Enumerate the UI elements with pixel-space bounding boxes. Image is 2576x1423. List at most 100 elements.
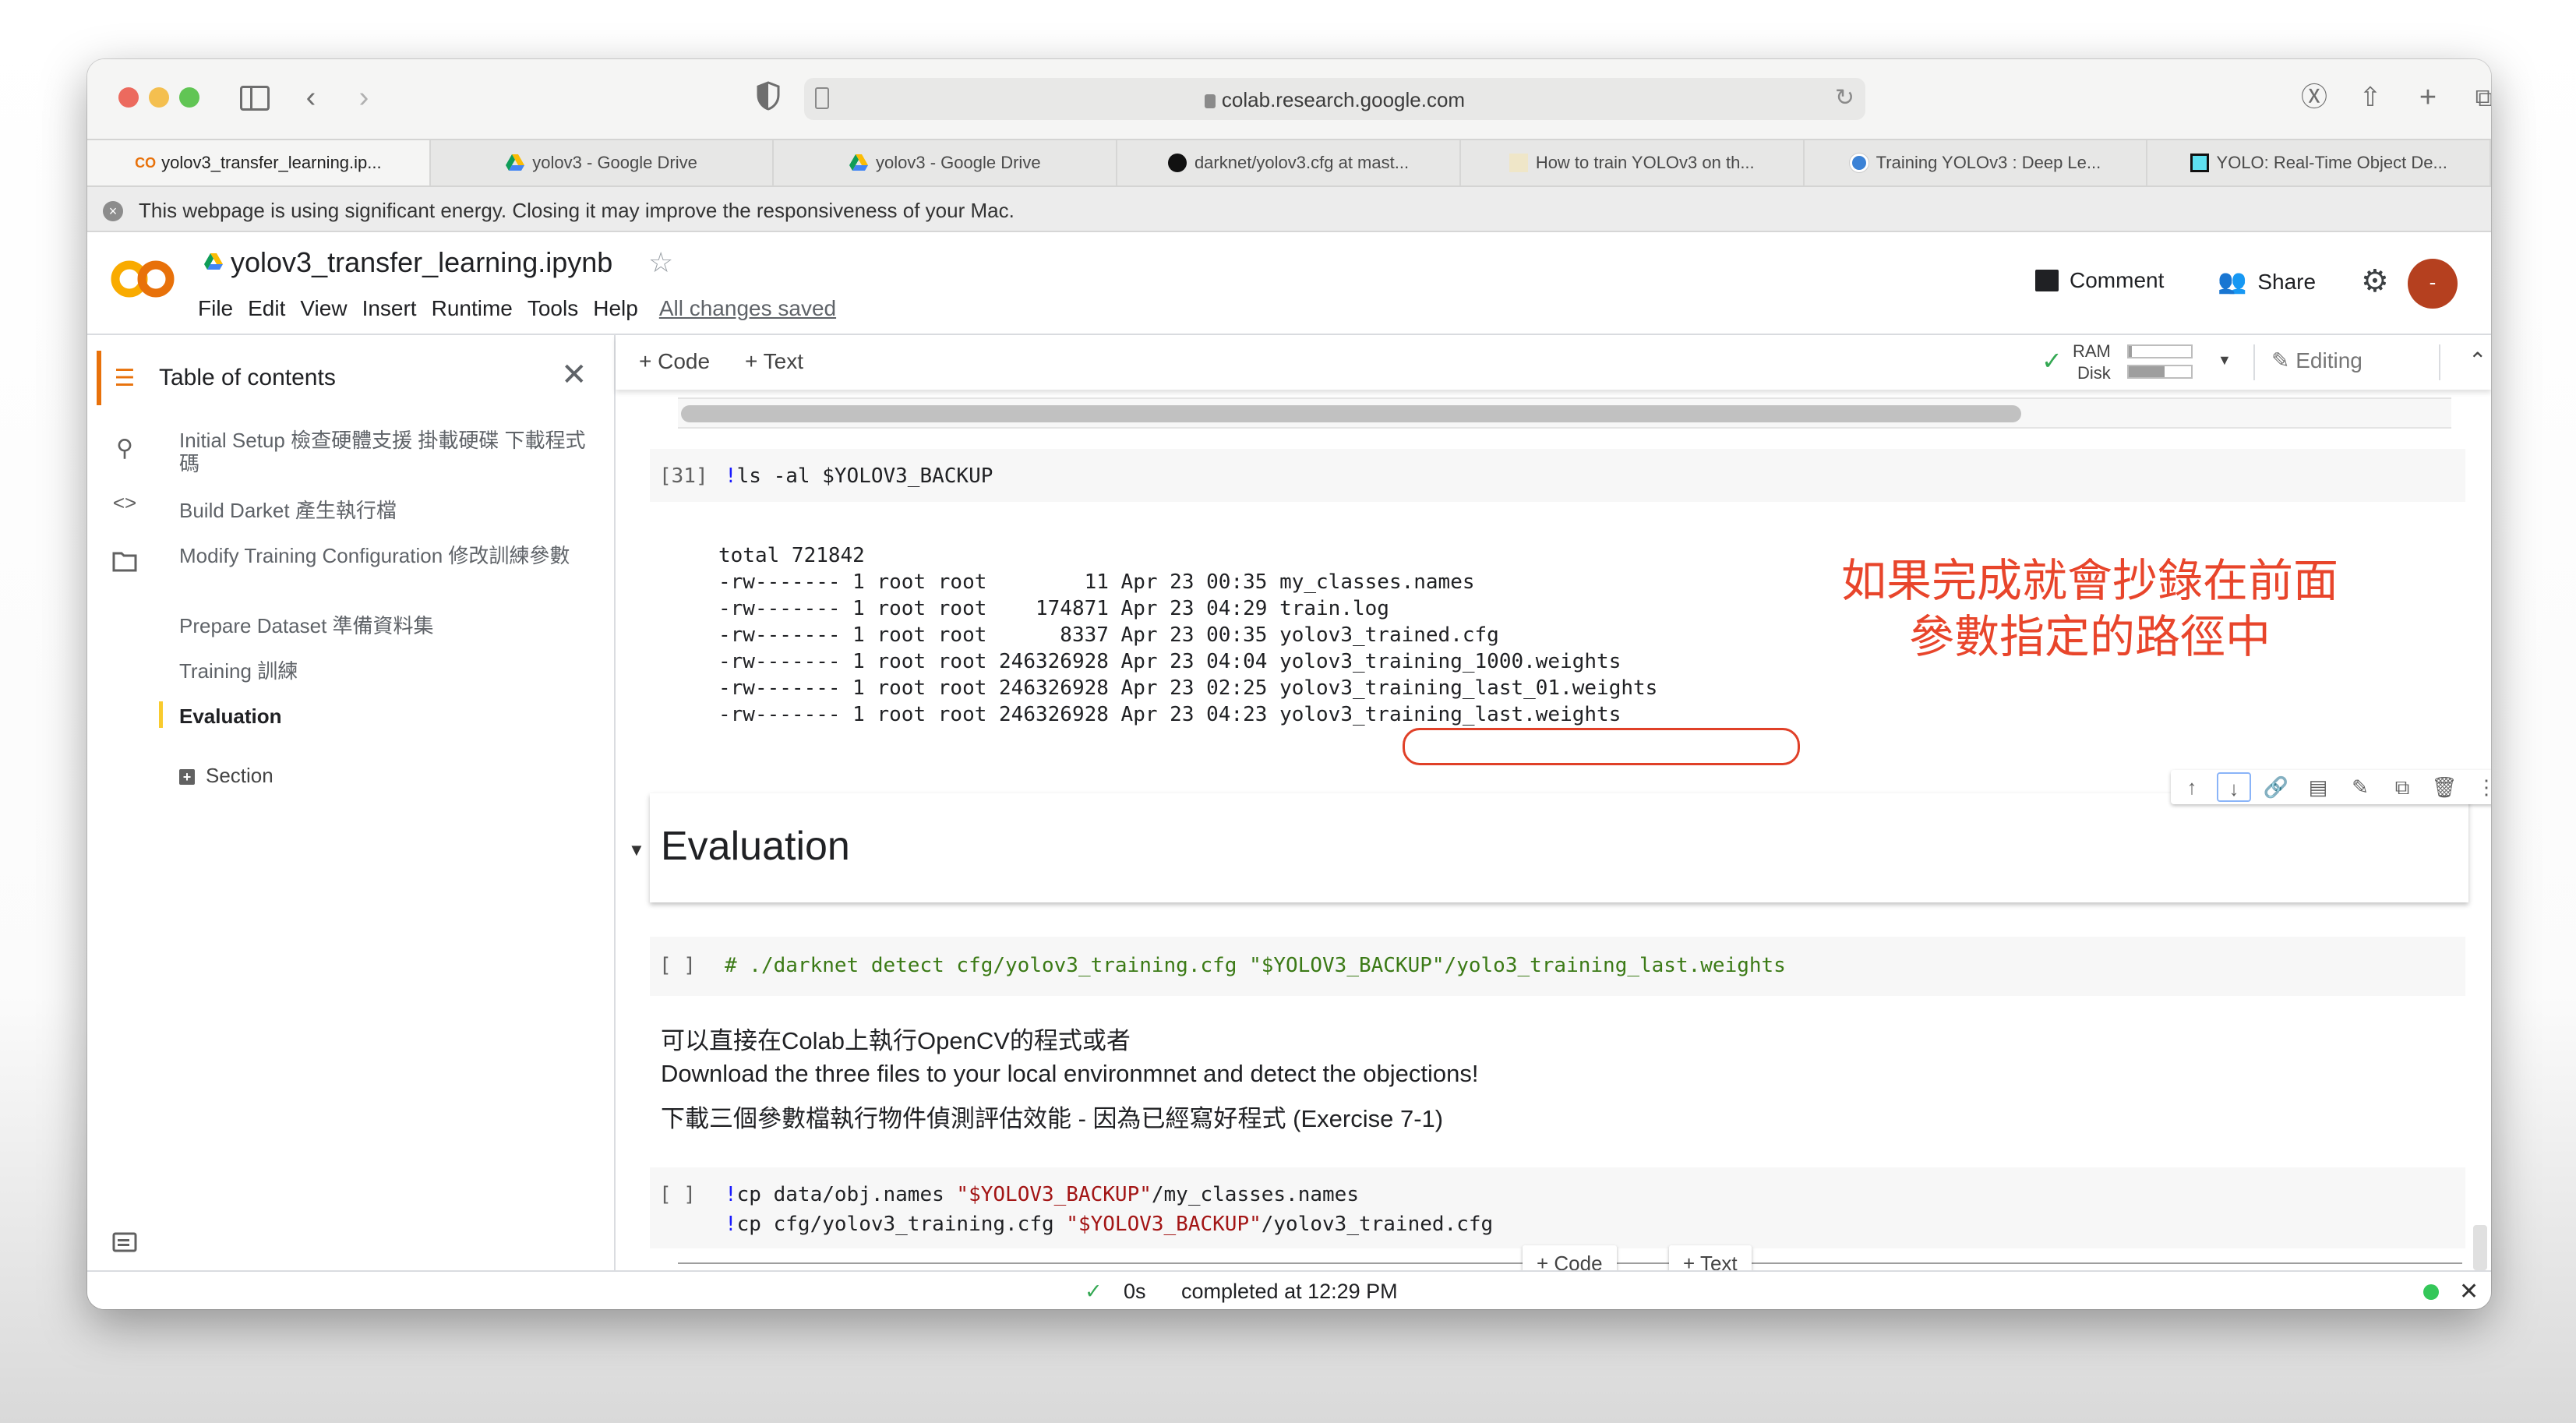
files-folder-icon[interactable] — [111, 550, 139, 578]
tab-google-drive-1[interactable]: yolov3 - Google Drive — [431, 140, 775, 185]
execution-duration[interactable]: 0s — [1124, 1280, 1146, 1304]
output-row: -rw------- 1 root root 11 Apr 23 00:35 m… — [718, 569, 1657, 595]
lock-icon — [1204, 94, 1216, 108]
comment-icon[interactable]: ▤ — [2301, 772, 2335, 802]
privacy-shield-icon[interactable] — [754, 81, 782, 114]
toc-item-initial-setup[interactable]: Initial Setup 檢查硬體支援 掛載硬碟 下載程式碼 — [179, 429, 600, 475]
close-icon[interactable]: ✕ — [561, 357, 588, 393]
comment-button[interactable]: Comment — [2035, 268, 2164, 293]
reload-icon[interactable]: ↻ — [1835, 84, 1854, 111]
tab-article[interactable]: How to train YOLOv3 on th... — [1461, 140, 1805, 185]
mirror-cell-icon[interactable]: ⧉ — [2385, 772, 2419, 802]
zoom-window-button[interactable] — [179, 87, 199, 108]
ram-usage-fill — [2129, 346, 2132, 357]
new-tab-icon[interactable]: + — [2412, 81, 2444, 114]
insert-code-cell-button[interactable]: + Code — [1523, 1245, 1617, 1270]
search-icon[interactable]: ⚲ — [111, 435, 139, 463]
output-total: total 721842 — [718, 544, 865, 567]
toc-list-icon[interactable]: ☰ — [111, 365, 139, 393]
back-icon[interactable]: ‹ — [299, 81, 323, 114]
string-literal: "$YOLOV3_BACKUP" — [956, 1183, 1152, 1206]
run-cell-button[interactable]: [ ] — [659, 954, 696, 977]
scrollbar-thumb[interactable] — [681, 405, 2021, 422]
edit-pencil-icon[interactable]: ✎ — [2343, 772, 2377, 802]
tab-label: darknet/yolov3.cfg at mast... — [1194, 153, 1410, 172]
toc-item-modify-config[interactable]: Modify Training Configuration 修改訓練參數 — [179, 544, 600, 567]
tab-google-drive-2[interactable]: yolov3 - Google Drive — [774, 140, 1118, 185]
add-text-cell-button[interactable]: + Text — [745, 349, 803, 374]
command-palette-icon[interactable] — [111, 1231, 139, 1259]
string-literal: "$YOLOV3_BACKUP" — [1066, 1213, 1262, 1236]
menu-file[interactable]: File — [198, 296, 233, 321]
cell-toolbar: ↑ ↓ 🔗 ▤ ✎ ⧉ 🗑 ⋮ — [2171, 770, 2491, 804]
vertical-scrollbar[interactable] — [2473, 1225, 2487, 1270]
code-line[interactable]: # ./darknet detect cfg/yolov3_training.c… — [725, 954, 1786, 977]
sidebar-toggle-icon[interactable] — [240, 86, 270, 111]
move-cell-up-icon[interactable]: ↑ — [2175, 772, 2209, 802]
connected-check-icon: ✓ — [2041, 347, 2063, 375]
file-meta: -rw------- 1 root root 8337 Apr 23 00:35 — [718, 623, 1280, 647]
save-status[interactable]: All changes saved — [659, 296, 836, 321]
toc-item-prepare-dataset[interactable]: Prepare Dataset 準備資料集 — [179, 614, 600, 637]
add-section-button[interactable]: + Section — [179, 764, 273, 788]
downloads-icon[interactable]: Ⓧ — [2299, 81, 2330, 114]
insert-text-cell-button[interactable]: + Text — [1669, 1245, 1752, 1270]
share-button[interactable]: 👥 Share — [2218, 268, 2316, 295]
star-icon[interactable]: ☆ — [648, 246, 673, 279]
yolo-site-icon — [2190, 154, 2209, 172]
address-bar[interactable]: colab.research.google.com ↻ — [804, 78, 1865, 120]
colab-logo[interactable] — [111, 256, 175, 302]
code-cell-cp[interactable]: [ ] !cp data/obj.names "$YOLOV3_BACKUP"/… — [650, 1167, 2465, 1248]
share-page-icon[interactable]: ⇧ — [2355, 81, 2386, 114]
forward-icon[interactable]: › — [352, 81, 376, 114]
file-name: yolov3_training_1000.weights — [1279, 650, 1621, 673]
tab-github[interactable]: darknet/yolov3.cfg at mast... — [1117, 140, 1461, 185]
tab-overview-icon[interactable]: ⧉ — [2468, 81, 2491, 114]
delete-icon[interactable]: 🗑 — [2427, 772, 2461, 802]
minimize-window-button[interactable] — [149, 87, 169, 108]
toc-item-build-darknet[interactable]: Build Darket 產生執行檔 — [179, 499, 600, 522]
runtime-resources-button[interactable]: ✓ RAM Disk ▼ — [2041, 341, 2232, 383]
comment-icon — [2035, 270, 2059, 291]
tab-yolo[interactable]: YOLO: Real-Time Object De... — [2147, 140, 2491, 185]
menu-view[interactable]: View — [300, 296, 347, 321]
close-status-icon[interactable]: ✕ — [2459, 1278, 2479, 1305]
collapse-header-icon[interactable]: ⌃ — [2468, 348, 2486, 373]
run-cell-button[interactable]: [ ] — [659, 1183, 696, 1206]
dismiss-warning-icon[interactable]: × — [103, 201, 123, 221]
toc-item-training[interactable]: Training 訓練 — [179, 659, 600, 683]
add-code-cell-button[interactable]: + Code — [639, 349, 710, 374]
menu-help[interactable]: Help — [593, 296, 638, 321]
tab-colab[interactable]: CO yolov3_transfer_learning.ip... — [87, 140, 431, 185]
editing-mode-button[interactable]: ✎ Editing — [2271, 348, 2363, 373]
code-cell-ls[interactable]: [31] !ls -al $YOLOV3_BACKUP — [650, 449, 2465, 502]
menu-runtime[interactable]: Runtime — [432, 296, 513, 321]
code-snippets-icon[interactable]: <> — [111, 491, 139, 519]
settings-gear-icon[interactable]: ⚙ — [2361, 263, 2389, 299]
tab-bar: CO yolov3_transfer_learning.ip... yolov3… — [87, 139, 2491, 187]
status-bar: ✓ 0s completed at 12:29 PM ✕ — [87, 1270, 2491, 1309]
colab-header: yolov3_transfer_learning.ipynb ☆ File Ed… — [87, 232, 2491, 335]
notebook-title[interactable]: yolov3_transfer_learning.ipynb — [204, 246, 612, 279]
disk-usage-fill — [2129, 366, 2165, 377]
toc-item-evaluation[interactable]: Evaluation — [179, 704, 600, 728]
code-line[interactable]: !ls -al $YOLOV3_BACKUP — [725, 464, 993, 488]
output-horizontal-scrollbar[interactable] — [678, 397, 2451, 429]
avatar[interactable]: - — [2408, 259, 2458, 309]
code-cell-detect[interactable]: [ ] # ./darknet detect cfg/yolov3_traini… — [650, 937, 2465, 996]
more-options-icon[interactable]: ⋮ — [2469, 772, 2491, 802]
move-cell-down-icon[interactable]: ↓ — [2217, 772, 2251, 802]
menu-insert[interactable]: Insert — [362, 296, 417, 321]
colab-icon: CO — [135, 155, 157, 171]
close-window-button[interactable] — [118, 87, 139, 108]
menu-tools[interactable]: Tools — [528, 296, 578, 321]
code-line[interactable]: !cp data/obj.names "$YOLOV3_BACKUP"/my_c… — [725, 1183, 1359, 1206]
chevron-down-icon[interactable]: ▼ — [2218, 352, 2232, 369]
tab-training-yolov3[interactable]: Training YOLOv3 : Deep Le... — [1805, 140, 2148, 185]
collapse-section-icon[interactable]: ▼ — [628, 840, 645, 860]
link-icon[interactable]: 🔗 — [2259, 772, 2293, 802]
tab-label: How to train YOLOv3 on th... — [1535, 153, 1755, 172]
code-line[interactable]: !cp cfg/yolov3_training.cfg "$YOLOV3_BAC… — [725, 1213, 1493, 1236]
menu-edit[interactable]: Edit — [248, 296, 285, 321]
text-cell-evaluation[interactable] — [650, 793, 2468, 902]
